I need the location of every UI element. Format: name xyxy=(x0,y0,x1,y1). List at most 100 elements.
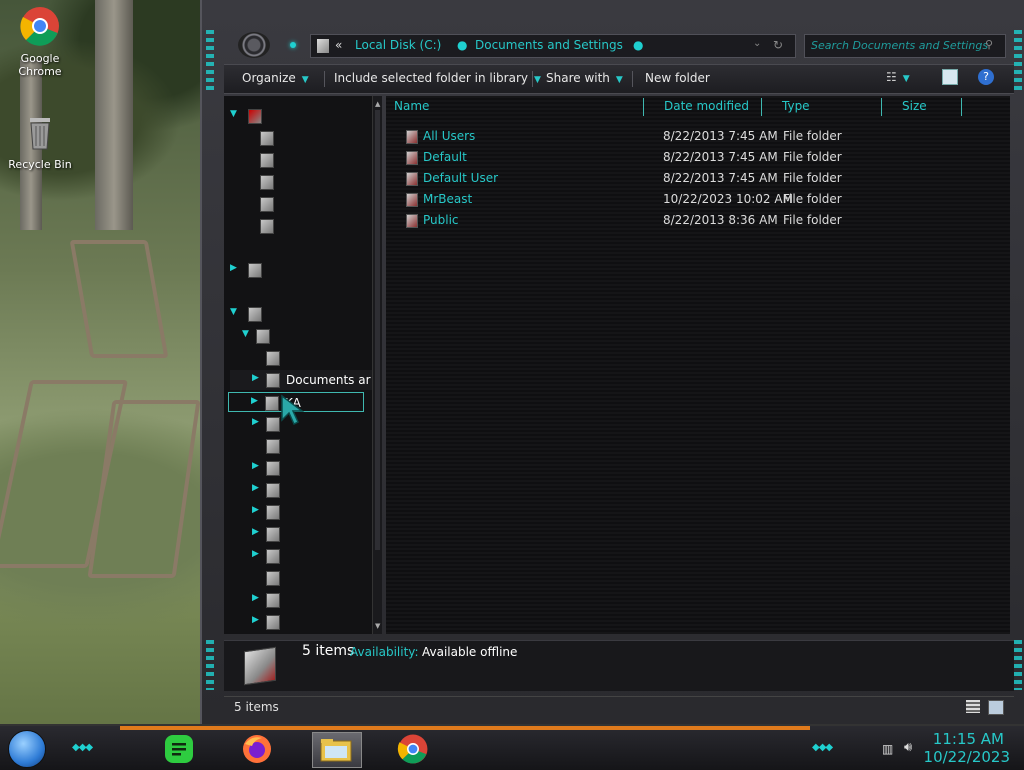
nav-item-documents-and-settings[interactable]: ▶ Documents ar xyxy=(230,370,372,390)
folder-icon xyxy=(260,219,274,234)
scroll-thumb[interactable] xyxy=(375,110,380,550)
address-segment-local-disk[interactable]: Local Disk (C:) xyxy=(355,38,441,52)
expand-icon[interactable]: ▶ xyxy=(252,527,259,537)
navigation-bar: « Local Disk (C:) ● Documents and Settin… xyxy=(224,30,1014,60)
clock-time[interactable]: 11:15 AM xyxy=(933,730,1004,748)
separator xyxy=(532,71,533,87)
expand-icon[interactable]: ▶ xyxy=(252,373,259,383)
expand-icon[interactable]: ▶ xyxy=(251,396,258,406)
file-row[interactable]: Default 8/22/2013 7:45 AM File folder xyxy=(386,147,1006,167)
nav-item[interactable]: ▶ xyxy=(230,612,370,632)
search-box[interactable]: Search Documents and Settings ⚲ xyxy=(804,34,1006,58)
clock-date[interactable]: 10/22/2023 xyxy=(924,748,1010,766)
include-in-library-button[interactable]: Include selected folder in library ▼ xyxy=(334,71,541,85)
expand-icon[interactable]: ▶ xyxy=(252,505,259,515)
scroll-down-icon[interactable]: ▼ xyxy=(375,622,380,630)
expand-icon[interactable]: ▶ xyxy=(252,549,259,559)
desktop-icon-recycle-bin[interactable]: Recycle Bin xyxy=(0,112,80,171)
nav-item[interactable]: ▼ xyxy=(230,106,370,126)
nav-item[interactable] xyxy=(230,568,370,588)
share-with-button[interactable]: Share with ▼ xyxy=(546,71,623,85)
nav-item[interactable]: ▶ xyxy=(230,480,370,500)
window-glow-left xyxy=(206,30,214,90)
preview-pane-icon[interactable] xyxy=(942,69,958,85)
file-row[interactable]: MrBeast 10/22/2023 10:02 AM File folder xyxy=(386,189,1006,209)
nav-item[interactable]: ▶ xyxy=(230,524,370,544)
nav-item[interactable]: ▼ xyxy=(230,304,370,324)
breadcrumb-separator-icon[interactable]: ● xyxy=(457,38,467,52)
nav-item[interactable]: ▶ xyxy=(230,546,370,566)
address-dropdown-icon[interactable]: ⌄ xyxy=(753,38,761,49)
refresh-icon[interactable]: ↻ xyxy=(773,38,783,52)
details-view-icon[interactable] xyxy=(966,700,980,713)
desktop-icon-label: Recycle Bin xyxy=(8,158,72,171)
nav-scrollbar[interactable]: ▲ ▼ xyxy=(372,96,382,634)
nav-item[interactable] xyxy=(230,216,370,236)
new-folder-button[interactable]: New folder xyxy=(645,71,710,85)
nav-item[interactable] xyxy=(230,172,370,192)
folder-icon xyxy=(260,131,274,146)
desktop-icon-chrome[interactable]: Google Chrome xyxy=(0,6,80,78)
search-input[interactable]: Search Documents and Settings xyxy=(811,39,988,52)
taskbar-app-explorer[interactable] xyxy=(312,732,362,768)
taskbar-app-chrome[interactable] xyxy=(396,732,430,766)
nav-item[interactable] xyxy=(230,150,370,170)
collapse-icon[interactable]: ▼ xyxy=(230,307,237,317)
folder-icon xyxy=(266,593,280,608)
availability-label: Availability: xyxy=(350,645,419,659)
volume-icon[interactable]: 🔊︎ xyxy=(904,740,912,755)
nav-item[interactable]: ▼ xyxy=(230,326,370,346)
expand-icon[interactable]: ▶ xyxy=(252,483,259,493)
help-icon[interactable]: ? xyxy=(978,69,994,85)
column-header-size[interactable]: Size xyxy=(896,98,962,116)
view-options-icon[interactable]: ☷ ▼ xyxy=(886,70,910,84)
address-bar[interactable]: « Local Disk (C:) ● Documents and Settin… xyxy=(310,34,796,58)
file-date: 8/22/2013 7:45 AM xyxy=(663,150,778,164)
nav-item[interactable]: ▶ xyxy=(230,458,370,478)
taskbar-app-notes[interactable] xyxy=(162,732,196,766)
expand-icon[interactable]: ▶ xyxy=(230,263,237,273)
expand-icon[interactable]: ▶ xyxy=(252,593,259,603)
organize-button[interactable]: Organize ▼ xyxy=(242,71,309,85)
file-name: Default xyxy=(423,150,467,164)
nav-item[interactable] xyxy=(230,128,370,148)
breadcrumb-separator-icon[interactable]: ● xyxy=(633,38,643,52)
status-text: 5 items xyxy=(234,700,279,714)
expand-icon[interactable]: ▶ xyxy=(252,615,259,625)
nav-item[interactable]: ▶ xyxy=(230,502,370,522)
dropdown-arrow-icon: ▼ xyxy=(533,75,541,85)
nav-item[interactable] xyxy=(230,194,370,214)
collapse-icon[interactable]: ▼ xyxy=(242,329,249,339)
address-segment-documents[interactable]: Documents and Settings xyxy=(475,38,623,52)
folder-icon xyxy=(266,549,280,564)
collapse-icon[interactable]: ▼ xyxy=(230,109,237,119)
nav-item[interactable] xyxy=(230,348,370,368)
file-name: Default User xyxy=(423,171,499,185)
start-button[interactable] xyxy=(8,730,46,768)
file-row[interactable]: Public 8/22/2013 8:36 AM File folder xyxy=(386,210,1006,230)
folder-icon xyxy=(266,615,280,630)
status-bar: 5 items xyxy=(224,696,1014,717)
expand-icon[interactable]: ▶ xyxy=(252,417,259,427)
chair xyxy=(69,240,169,358)
file-type: File folder xyxy=(783,213,842,227)
column-header-date[interactable]: Date modified xyxy=(658,98,762,116)
nav-item[interactable]: ▶ xyxy=(230,260,370,280)
column-header-type[interactable]: Type xyxy=(776,98,882,116)
column-header-name[interactable]: Name xyxy=(388,98,644,116)
taskbar-app-firefox[interactable] xyxy=(240,732,274,766)
network-icon[interactable]: ▥ xyxy=(882,742,893,756)
file-name: All Users xyxy=(423,129,476,143)
nav-item[interactable]: ▶ xyxy=(230,590,370,610)
command-bar: Organize ▼ Include selected folder in lib… xyxy=(224,64,1014,94)
file-row[interactable]: All Users 8/22/2013 7:45 AM File folder xyxy=(386,126,1006,146)
folder-icon xyxy=(266,527,280,542)
expand-icon[interactable]: ▶ xyxy=(252,461,259,471)
separator xyxy=(324,71,325,87)
file-row[interactable]: Default User 8/22/2013 7:45 AM File fold… xyxy=(386,168,1006,188)
scroll-up-icon[interactable]: ▲ xyxy=(375,100,380,108)
address-overflow[interactable]: « xyxy=(335,38,342,52)
large-icons-view-icon[interactable] xyxy=(988,700,1004,715)
back-forward-button[interactable] xyxy=(238,32,270,58)
nav-item[interactable] xyxy=(230,436,370,456)
